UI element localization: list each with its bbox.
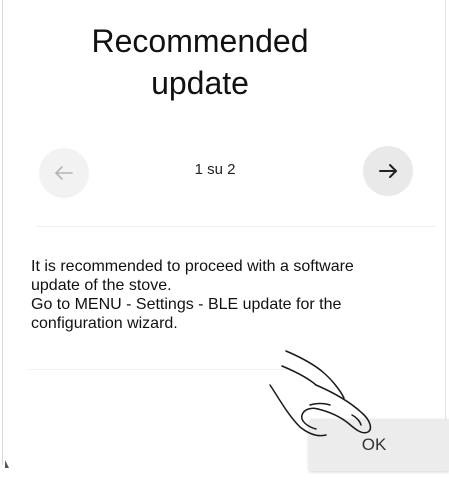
dialog-title-line2: update bbox=[151, 65, 249, 101]
faded-divider bbox=[28, 369, 288, 370]
next-page-button[interactable] bbox=[363, 146, 413, 196]
dialog-right-edge bbox=[445, 0, 446, 420]
dialog-title: Recommended update bbox=[0, 20, 400, 104]
message-line-2: update of the stove. bbox=[31, 277, 172, 294]
ok-button[interactable]: OK bbox=[309, 419, 449, 471]
arrow-left-icon bbox=[55, 166, 73, 180]
pager-divider bbox=[36, 226, 436, 227]
corner-mark bbox=[5, 460, 9, 468]
message-line-3: Go to MENU - Settings - BLE update for t… bbox=[31, 296, 342, 313]
previous-page-button[interactable] bbox=[39, 148, 89, 198]
arrow-right-icon bbox=[379, 164, 397, 178]
recommended-update-dialog: Recommended update 1 su 2 It is recommen… bbox=[0, 0, 449, 486]
page-indicator: 1 su 2 bbox=[194, 161, 236, 178]
message-line-1: It is recommended to proceed with a soft… bbox=[31, 258, 354, 275]
update-message: It is recommended to proceed with a soft… bbox=[31, 257, 431, 333]
dialog-title-line1: Recommended bbox=[91, 23, 309, 59]
message-line-4: configuration wizard. bbox=[31, 315, 178, 332]
